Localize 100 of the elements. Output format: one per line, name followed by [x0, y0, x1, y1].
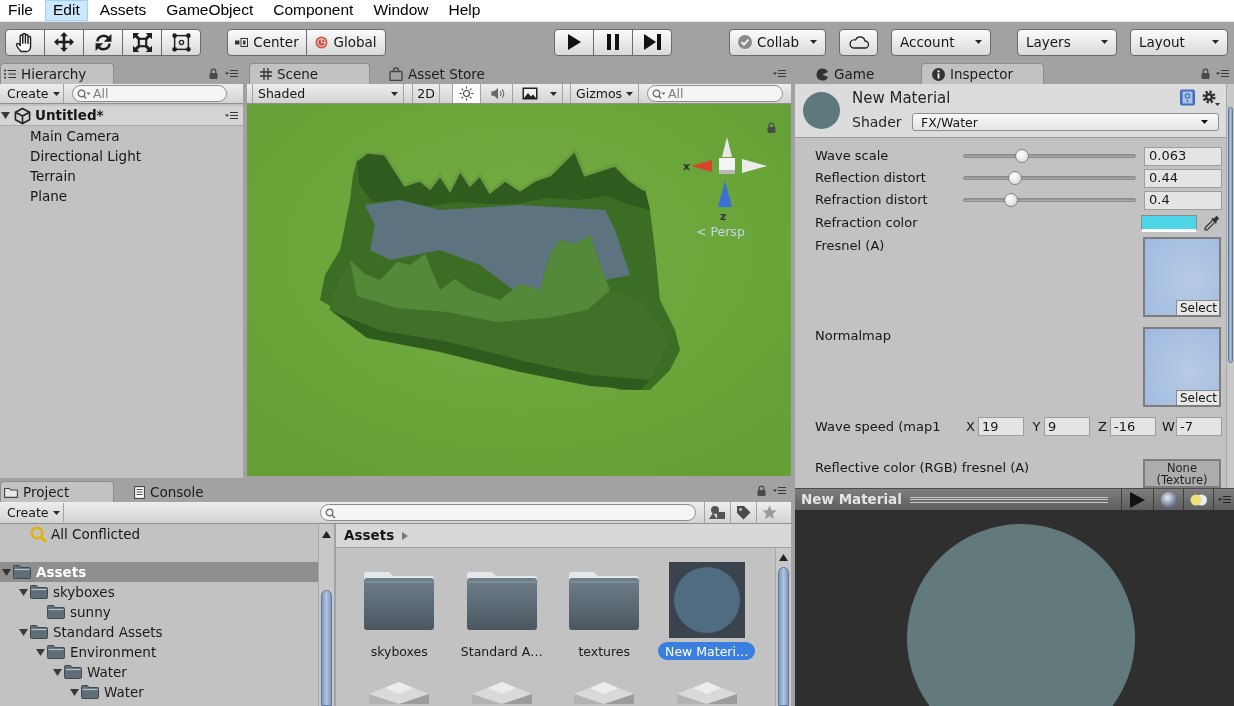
favorite-item[interactable]: All Conflicted — [0, 524, 318, 544]
settings-icon[interactable] — [1202, 89, 1220, 106]
asset-label[interactable]: New Materi… — [658, 642, 756, 660]
scrollbar[interactable] — [318, 524, 334, 706]
select-button[interactable]: Select — [1175, 300, 1219, 315]
search-field[interactable]: All — [72, 85, 227, 102]
asset-label[interactable]: textures — [571, 642, 638, 660]
step-button[interactable] — [632, 28, 672, 56]
menu-item[interactable]: Window — [365, 0, 437, 21]
tab[interactable]: Game — [805, 63, 901, 84]
lock-icon[interactable] — [209, 67, 218, 79]
play-icon[interactable] — [1130, 491, 1145, 508]
texture-slot[interactable]: Select — [1143, 327, 1221, 407]
menu-icon[interactable] — [773, 68, 786, 78]
scrollbar-thumb[interactable] — [778, 567, 789, 706]
tree-item[interactable]: Standard Assets — [0, 622, 318, 642]
scrollbar[interactable] — [775, 548, 791, 706]
pivot-rotation-button[interactable]: Global — [306, 28, 386, 56]
slider-track[interactable] — [963, 170, 1136, 186]
menu-icon[interactable] — [1217, 495, 1231, 504]
expand-arrow-icon[interactable] — [1, 112, 10, 119]
expand-arrow-icon[interactable] — [19, 628, 28, 636]
eyedropper-icon[interactable] — [1203, 214, 1220, 232]
tab[interactable]: Project — [0, 481, 114, 502]
number-field[interactable]: 9 — [1044, 417, 1090, 436]
tab[interactable]: Console — [128, 481, 231, 502]
tree-item[interactable]: Environment — [0, 642, 318, 662]
tab[interactable]: Scene — [249, 63, 370, 84]
cloud-button[interactable] — [839, 28, 878, 56]
tree-item[interactable]: sunny — [0, 602, 318, 622]
move-tool-button[interactable] — [44, 28, 84, 56]
search-field[interactable] — [320, 504, 696, 521]
search-field[interactable]: All — [647, 85, 783, 102]
hand-tool-button[interactable] — [5, 28, 45, 56]
color-field[interactable] — [1141, 214, 1197, 232]
pivot-mode-button[interactable]: Center — [227, 28, 307, 56]
tree-item[interactable]: Water — [0, 662, 318, 682]
texture-slot[interactable]: None (Texture) — [1143, 459, 1221, 488]
rect-tool-button[interactable] — [161, 28, 201, 56]
shading-dropdown[interactable]: Shaded — [252, 84, 404, 103]
menu-icon[interactable] — [225, 68, 238, 78]
scrollbar-thumb[interactable] — [1228, 107, 1233, 363]
value-field[interactable]: 0.4 — [1144, 190, 1222, 210]
tree-item[interactable]: Water — [0, 682, 318, 702]
slider-thumb[interactable] — [1007, 171, 1022, 185]
value-field[interactable]: 0.063 — [1144, 146, 1222, 166]
create-dropdown[interactable]: Create — [2, 503, 64, 522]
layers-dropdown[interactable]: Layers — [1017, 28, 1117, 56]
play-button[interactable] — [554, 28, 594, 56]
tag-icon[interactable] — [736, 505, 751, 520]
menu-item[interactable]: File — [0, 0, 41, 21]
breadcrumb-label[interactable]: Assets — [344, 527, 395, 544]
asset-label[interactable]: skyboxes — [363, 642, 435, 660]
layout-dropdown[interactable]: Layout — [1130, 28, 1228, 56]
book-icon[interactable] — [1179, 89, 1196, 106]
slider-thumb[interactable] — [1014, 149, 1029, 163]
menu-icon[interactable] — [225, 111, 238, 120]
menu-item[interactable]: Assets — [91, 0, 155, 21]
material-thumbnail-icon[interactable] — [668, 562, 745, 638]
tab[interactable]: Inspector — [921, 63, 1044, 84]
expand-arrow-icon[interactable] — [70, 688, 79, 696]
texture-slot[interactable]: Select — [1143, 237, 1221, 317]
star-icon[interactable] — [762, 505, 777, 520]
shapes-icon[interactable] — [709, 505, 726, 520]
lock-icon[interactable] — [757, 484, 766, 496]
tree-item[interactable]: skyboxes — [0, 582, 318, 602]
menu-item[interactable]: GameObject — [158, 0, 262, 21]
menu-icon[interactable] — [773, 485, 786, 495]
scrollbar-thumb[interactable] — [321, 590, 332, 706]
expand-arrow-icon[interactable] — [2, 568, 11, 576]
expand-arrow-icon[interactable] — [19, 588, 28, 596]
pause-button[interactable] — [593, 28, 633, 56]
rotate-tool-button[interactable] — [83, 28, 123, 56]
create-dropdown[interactable]: Create — [2, 84, 64, 103]
slider-thumb[interactable] — [1004, 193, 1019, 207]
arrow-up-icon[interactable] — [322, 531, 331, 538]
hierarchy-item[interactable]: Plane — [0, 186, 243, 206]
tab[interactable]: Asset Store — [383, 63, 483, 84]
mode-2d-toggle[interactable]: 2D — [412, 84, 440, 103]
lights-icon[interactable] — [1189, 493, 1208, 506]
expand-arrow-icon[interactable] — [53, 668, 62, 676]
lock-icon[interactable] — [767, 122, 776, 133]
menu-item[interactable]: Help — [440, 0, 489, 21]
number-field[interactable]: -7 — [1176, 417, 1222, 436]
menu-icon[interactable] — [1216, 68, 1229, 78]
collab-dropdown[interactable]: Collab — [729, 28, 826, 56]
shader-dropdown[interactable]: FX/Water — [912, 113, 1219, 131]
value-field[interactable]: 0.44 — [1144, 168, 1222, 188]
expand-arrow-icon[interactable] — [36, 648, 45, 656]
menu-item[interactable]: Component — [265, 0, 362, 21]
hierarchy-tab[interactable]: Hierarchy — [0, 63, 114, 84]
slider-track[interactable] — [963, 192, 1136, 208]
hierarchy-item[interactable]: Main Camera — [0, 126, 243, 146]
arrow-up-icon[interactable] — [779, 554, 788, 561]
hierarchy-item[interactable]: Terrain — [0, 166, 243, 186]
scale-tool-button[interactable] — [122, 28, 162, 56]
number-field[interactable]: 19 — [978, 417, 1024, 436]
select-button[interactable]: Select — [1175, 390, 1219, 405]
hierarchy-item[interactable]: Directional Light — [0, 146, 243, 166]
scrollbar[interactable] — [1226, 84, 1234, 488]
